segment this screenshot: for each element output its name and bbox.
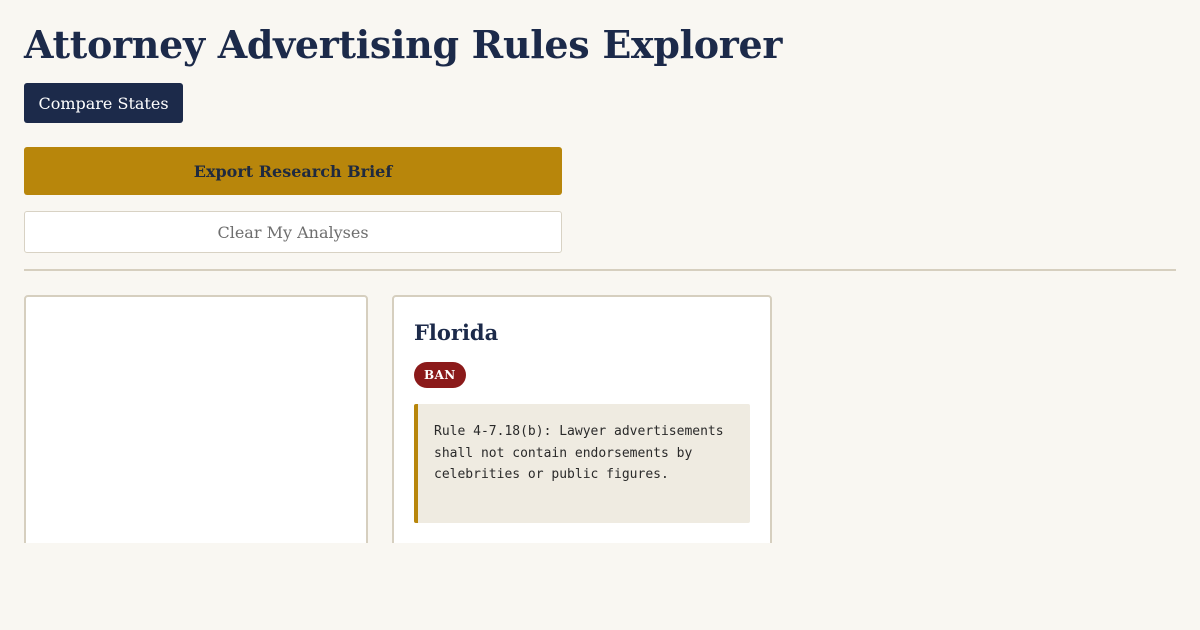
state-name: Florida	[414, 320, 499, 345]
compare-states-button[interactable]: Compare States	[24, 83, 183, 123]
state-card-empty	[24, 295, 368, 555]
state-card-florida: Florida BAN Rule 4-7.18(b): Lawyer adver…	[392, 295, 772, 555]
section-divider	[24, 269, 1176, 271]
rule-text: Rule 4-7.18(b): Lawyer advertisements sh…	[414, 404, 750, 523]
clear-analyses-button[interactable]: Clear My Analyses	[24, 211, 562, 253]
viewport-clip	[0, 543, 1200, 630]
status-badge: BAN	[414, 362, 466, 388]
export-research-brief-button[interactable]: Export Research Brief	[24, 147, 562, 195]
page-title: Attorney Advertising Rules Explorer	[24, 22, 783, 67]
